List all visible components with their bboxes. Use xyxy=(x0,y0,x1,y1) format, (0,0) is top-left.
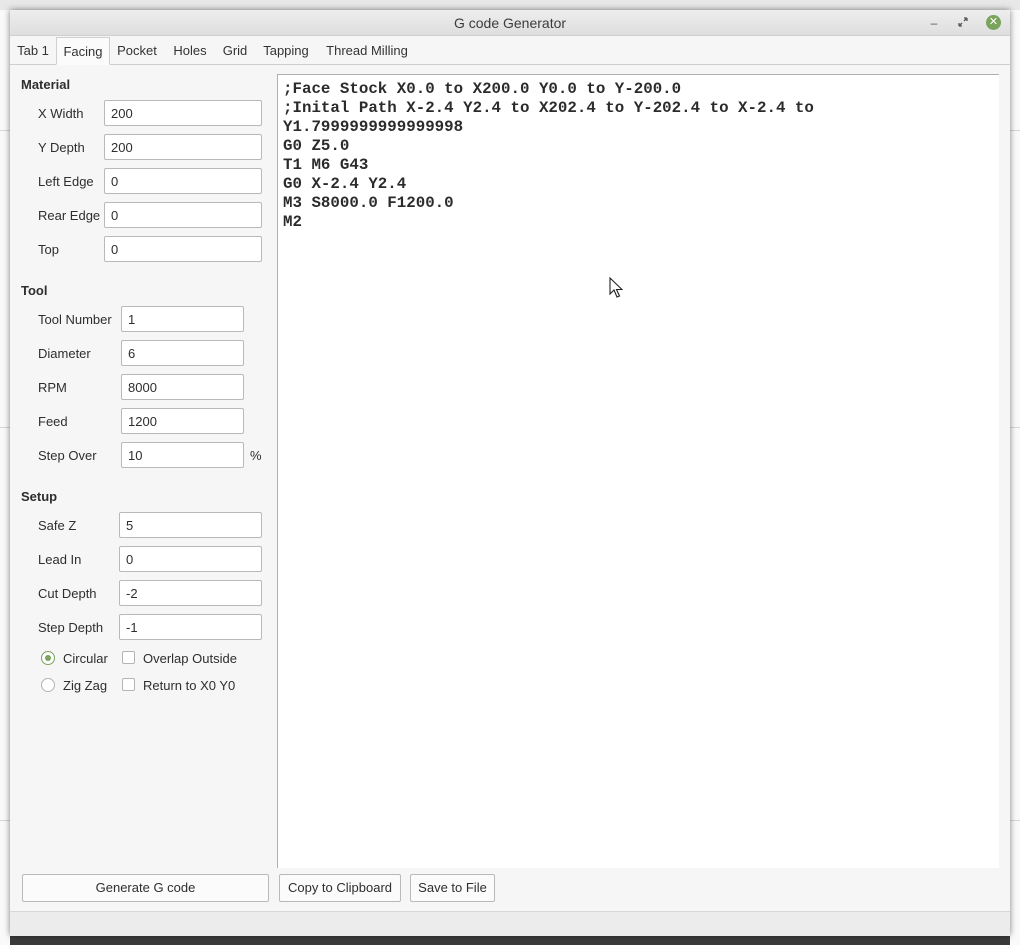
overlap-outside-checkbox[interactable] xyxy=(122,651,135,664)
section-tool-heading: Tool xyxy=(21,283,48,298)
step-depth-input[interactable] xyxy=(119,614,262,640)
background-window-left xyxy=(0,10,10,945)
lead-in-input[interactable] xyxy=(119,546,262,572)
section-setup-heading: Setup xyxy=(21,489,58,504)
gcode-line: G0 Z5.0 xyxy=(283,137,350,155)
background-divider xyxy=(0,130,10,131)
tool-number-input[interactable] xyxy=(121,306,244,332)
label-rpm: RPM xyxy=(38,380,67,395)
cut-depth-input[interactable] xyxy=(119,580,262,606)
label-tool-number: Tool Number xyxy=(38,312,112,327)
app-window: G code Generator – ✕ Tab 1 Facing Pocket… xyxy=(10,10,1010,936)
label-left-edge: Left Edge xyxy=(38,174,94,189)
return-to-origin-label[interactable]: Return to X0 Y0 xyxy=(143,678,235,693)
section-material-heading: Material xyxy=(21,77,71,92)
tab-bar: Tab 1 Facing Pocket Holes Grid Tapping T… xyxy=(10,37,1010,65)
gcode-line: G0 X-2.4 Y2.4 xyxy=(283,175,407,193)
safe-z-input[interactable] xyxy=(119,512,262,538)
label-safe-z: Safe Z xyxy=(38,518,77,533)
label-step-depth: Step Depth xyxy=(38,620,104,635)
tab-pocket[interactable]: Pocket xyxy=(113,37,161,64)
circular-radio[interactable] xyxy=(41,651,55,665)
label-lead-in: Lead In xyxy=(38,552,82,567)
label-diameter: Diameter xyxy=(38,346,91,361)
window-title: G code Generator xyxy=(453,15,567,31)
label-x-width: X Width xyxy=(38,106,84,121)
tab-tapping[interactable]: Tapping xyxy=(258,37,314,64)
background-divider xyxy=(1010,130,1020,131)
gcode-line: T1 M6 G43 xyxy=(283,156,369,174)
tab-facing[interactable]: Facing xyxy=(56,37,110,65)
left-edge-input[interactable] xyxy=(104,168,262,194)
zig-zag-label[interactable]: Zig Zag xyxy=(63,678,107,693)
feed-input[interactable] xyxy=(121,408,244,434)
x-width-input[interactable] xyxy=(104,100,262,126)
maximize-icon[interactable] xyxy=(953,13,973,33)
step-over-input[interactable] xyxy=(121,442,244,468)
minimize-icon[interactable]: – xyxy=(924,13,944,33)
tab-grid[interactable]: Grid xyxy=(218,37,252,64)
title-bar[interactable]: G code Generator – ✕ xyxy=(10,10,1010,36)
gcode-output-textarea[interactable]: ;Face Stock X0.0 to X200.0 Y0.0 to Y-200… xyxy=(277,74,999,868)
background-divider xyxy=(0,820,10,821)
background-divider xyxy=(1010,820,1020,821)
diameter-input[interactable] xyxy=(121,340,244,366)
gcode-line: M2 xyxy=(283,213,302,231)
y-depth-input[interactable] xyxy=(104,134,262,160)
gcode-line: Y1.7999999999999998 xyxy=(283,118,464,136)
status-bar xyxy=(10,911,1010,936)
label-top: Top xyxy=(38,242,59,257)
gcode-line: ;Face Stock X0.0 to X200.0 Y0.0 to Y-200… xyxy=(283,80,682,98)
overlap-outside-label[interactable]: Overlap Outside xyxy=(143,651,237,666)
rear-edge-input[interactable] xyxy=(104,202,262,228)
label-cut-depth: Cut Depth xyxy=(38,586,97,601)
generate-gcode-button[interactable]: Generate G code xyxy=(22,874,269,902)
save-to-file-button[interactable]: Save to File xyxy=(410,874,495,902)
return-to-origin-checkbox[interactable] xyxy=(122,678,135,691)
background-divider xyxy=(1010,427,1020,428)
step-over-unit: % xyxy=(250,448,262,463)
background-divider xyxy=(0,427,10,428)
circular-label[interactable]: Circular xyxy=(63,651,108,666)
top-input[interactable] xyxy=(104,236,262,262)
gcode-line: M3 S8000.0 F1200.0 xyxy=(283,194,454,212)
rpm-input[interactable] xyxy=(121,374,244,400)
label-step-over: Step Over xyxy=(38,448,97,463)
gcode-line: ;Inital Path X-2.4 Y2.4 to X202.4 to Y-2… xyxy=(283,99,814,117)
close-icon[interactable]: ✕ xyxy=(986,15,1001,30)
tab-thread-milling[interactable]: Thread Milling xyxy=(321,37,413,64)
zig-zag-radio[interactable] xyxy=(41,678,55,692)
tab-tab-1[interactable]: Tab 1 xyxy=(13,37,53,64)
label-y-depth: Y Depth xyxy=(38,140,85,155)
tab-holes[interactable]: Holes xyxy=(168,37,212,64)
copy-to-clipboard-button[interactable]: Copy to Clipboard xyxy=(279,874,401,902)
label-feed: Feed xyxy=(38,414,68,429)
background-window-right xyxy=(1010,10,1020,945)
mouse-cursor-icon xyxy=(609,277,623,298)
label-rear-edge: Rear Edge xyxy=(38,208,101,223)
background-browser-bar xyxy=(0,0,1020,10)
